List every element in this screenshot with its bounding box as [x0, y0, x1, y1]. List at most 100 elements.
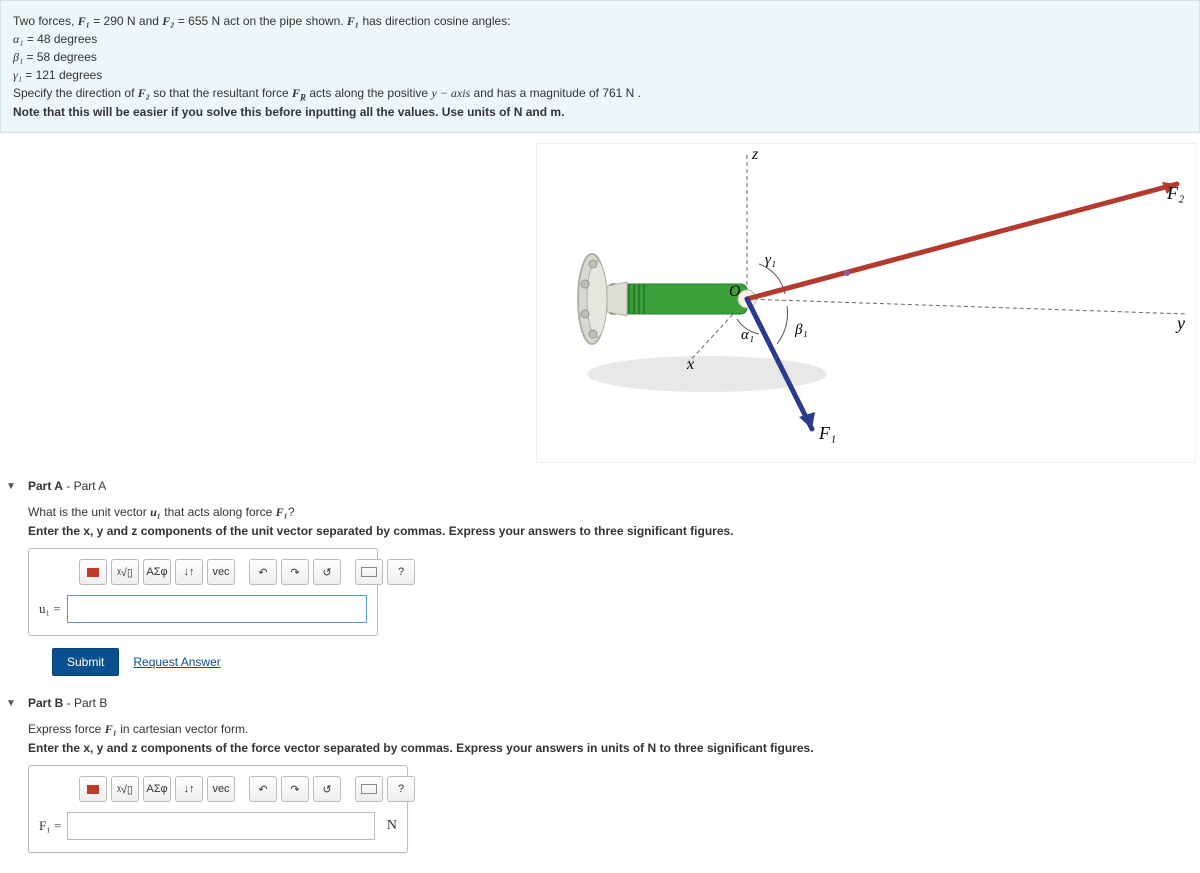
text: so that the resultant force [150, 86, 292, 100]
text: act on the pipe shown. [220, 14, 347, 28]
part-b-body: Express force F₁ in cartesian vector for… [28, 722, 1196, 853]
text: Specify the direction of [13, 86, 138, 100]
alpha1-label: α₁ [741, 327, 754, 343]
fr-symbol: FR [292, 86, 306, 100]
text: Two forces, [13, 14, 78, 28]
part-a-title: Part A - Part A [28, 479, 106, 493]
figure-svg: z y x O γ₁ α₁ β₁ F₁ F₂ [537, 144, 1197, 464]
help-button[interactable]: ? [387, 776, 415, 802]
beta1-symbol: β₁ [13, 50, 23, 64]
f2-symbol: F₂ [162, 14, 174, 28]
part-b-input-label: F₁ = [39, 818, 61, 834]
undo-button[interactable]: ↶ [249, 776, 277, 802]
axis-y-label: y [1175, 313, 1185, 333]
alpha-line: α₁ = 48 degrees [13, 32, 1187, 47]
keyboard-button[interactable] [355, 559, 383, 585]
gamma-line: γ₁ = 121 degrees [13, 68, 1187, 83]
spacer [345, 776, 351, 802]
f1-symbol: F₁ [276, 505, 288, 519]
f1-symbol: F₁ [347, 14, 359, 28]
help-button[interactable]: ? [387, 559, 415, 585]
part-b-input-row: F₁ = N [39, 812, 397, 840]
template-button[interactable] [79, 776, 107, 802]
gamma1-symbol: γ₁ [13, 68, 22, 82]
text: in cartesian vector form. [117, 722, 248, 736]
f1-symbol: F₁ [78, 14, 90, 28]
keyboard-button[interactable] [355, 776, 383, 802]
intro-line: Two forces, F₁ = 290 N and F₂ = 655 N ac… [13, 14, 1187, 29]
figure-container: z y x O γ₁ α₁ β₁ F₁ F₂ [0, 139, 1200, 471]
part-b-question: Express force F₁ in cartesian vector for… [28, 722, 1196, 737]
part-b-section: ▼ Part B - Part B Express force F₁ in ca… [4, 696, 1196, 853]
reset-button[interactable]: ↺ [313, 559, 341, 585]
text: and has a magnitude of 761 N . [470, 86, 641, 100]
spacer [239, 559, 245, 585]
template-button[interactable] [79, 559, 107, 585]
arrows-button[interactable]: ↓↑ [175, 559, 203, 585]
u1-symbol: u₁ [150, 505, 161, 519]
specify-line: Specify the direction of F₂ so that the … [13, 86, 1187, 102]
part-a-header: ▼ Part A - Part A [4, 479, 1196, 493]
unit-label: N [381, 818, 397, 834]
text: = 290 N [90, 14, 136, 28]
f1-vec-label: F₁ [818, 423, 836, 443]
vec-button[interactable]: vec [207, 559, 235, 585]
undo-button[interactable]: ↶ [249, 559, 277, 585]
rect-icon [87, 568, 99, 577]
note-text: Note that this will be easier if you sol… [13, 105, 564, 119]
figure: z y x O γ₁ α₁ β₁ F₁ F₂ [536, 143, 1196, 463]
part-a-input[interactable] [67, 595, 367, 623]
part-a-answer-box: ᵡ√▯ ΑΣφ ↓↑ vec ↶ ↷ ↺ ? u₁ = [28, 548, 378, 636]
part-a-title-rest: - Part A [63, 479, 106, 493]
part-b-title-bold: Part B [28, 696, 63, 710]
radical-button[interactable]: ᵡ√▯ [111, 559, 139, 585]
alpha1-symbol: α₁ [13, 32, 23, 46]
text: ? [288, 505, 295, 519]
part-b-header: ▼ Part B - Part B [4, 696, 1196, 710]
keyboard-icon [361, 567, 377, 577]
vec-button[interactable]: vec [207, 776, 235, 802]
text: = 58 degrees [23, 50, 97, 64]
spacer [345, 559, 351, 585]
part-a-instructions: Enter the x, y and z components of the u… [28, 524, 1196, 538]
collapse-icon[interactable]: ▼ [4, 481, 18, 492]
greek-button[interactable]: ΑΣφ [143, 559, 171, 585]
gamma1-label: γ₁ [765, 252, 776, 268]
redo-button[interactable]: ↷ [281, 559, 309, 585]
collapse-icon[interactable]: ▼ [4, 698, 18, 709]
text: and [136, 14, 163, 28]
text: = 121 degrees [22, 68, 102, 82]
text: What is the unit vector [28, 505, 150, 519]
radical-button[interactable]: ᵡ√▯ [111, 776, 139, 802]
spacer [239, 776, 245, 802]
part-b-title: Part B - Part B [28, 696, 107, 710]
part-a-section: ▼ Part A - Part A What is the unit vecto… [4, 479, 1196, 676]
request-answer-link[interactable]: Request Answer [133, 655, 220, 669]
f2-symbol: F₂ [138, 86, 150, 100]
problem-statement: Two forces, F₁ = 290 N and F₂ = 655 N ac… [0, 0, 1200, 133]
part-a-title-bold: Part A [28, 479, 63, 493]
submit-button[interactable]: Submit [52, 648, 119, 676]
part-a-input-row: u₁ = [39, 595, 367, 623]
reset-button[interactable]: ↺ [313, 776, 341, 802]
text: that acts along force [161, 505, 276, 519]
keyboard-icon [361, 784, 377, 794]
part-b-answer-box: ᵡ√▯ ΑΣφ ↓↑ vec ↶ ↷ ↺ ? F₁ = N [28, 765, 408, 853]
rect-icon [87, 785, 99, 794]
greek-button[interactable]: ΑΣφ [143, 776, 171, 802]
origin-label: O [729, 283, 741, 300]
part-b-title-rest: - Part B [63, 696, 107, 710]
text: has direction cosine angles: [359, 14, 510, 28]
redo-button[interactable]: ↷ [281, 776, 309, 802]
text: = 48 degrees [23, 32, 97, 46]
equation-toolbar: ᵡ√▯ ΑΣφ ↓↑ vec ↶ ↷ ↺ ? [79, 776, 397, 802]
text: = 655 N [174, 14, 220, 28]
beta1-label: β₁ [794, 322, 808, 338]
axis-z-label: z [751, 146, 759, 163]
part-b-input[interactable] [67, 812, 375, 840]
beta-line: β₁ = 58 degrees [13, 50, 1187, 65]
arrows-button[interactable]: ↓↑ [175, 776, 203, 802]
yaxis: y − axis [431, 86, 470, 100]
part-a-body: What is the unit vector u₁ that acts alo… [28, 505, 1196, 676]
text: acts along the positive [306, 86, 431, 100]
